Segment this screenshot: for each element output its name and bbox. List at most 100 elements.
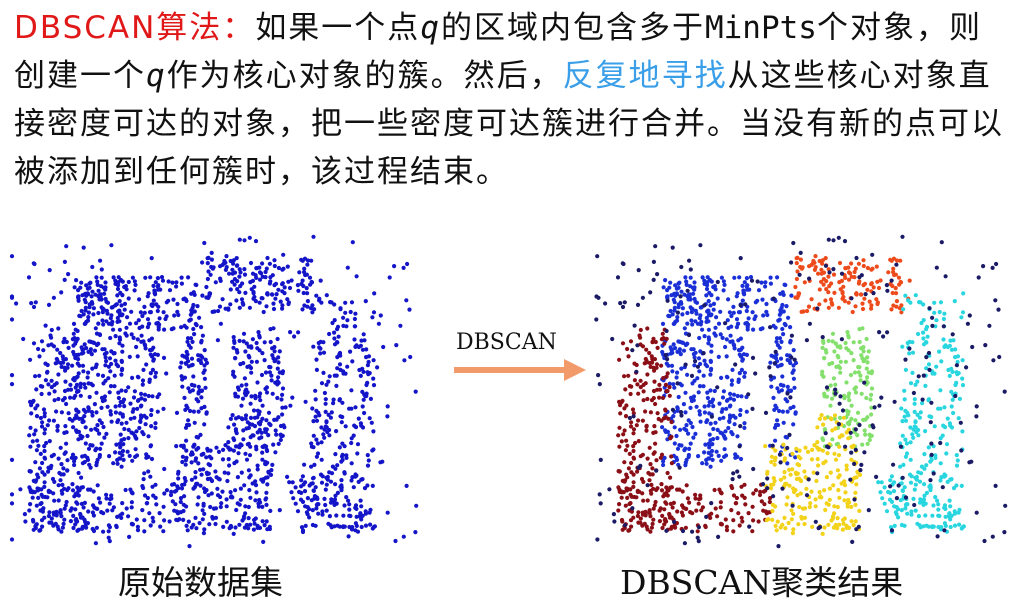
cluster-point (662, 518, 667, 523)
data-point (251, 527, 256, 532)
data-point (241, 516, 246, 521)
data-point (145, 501, 150, 506)
noise-point (788, 395, 793, 400)
cluster-point (943, 506, 948, 511)
data-point (307, 515, 312, 520)
cluster-point (683, 275, 688, 280)
data-point (263, 386, 268, 391)
cluster-point (844, 380, 849, 385)
cluster-point (737, 523, 742, 528)
data-point (152, 291, 157, 296)
noise-point (807, 276, 812, 281)
data-point (251, 433, 256, 438)
data-point (182, 476, 187, 481)
noise-point (709, 414, 714, 419)
cluster-point (704, 315, 709, 321)
data-point (235, 394, 241, 399)
data-point (118, 445, 123, 450)
cluster-point (938, 461, 943, 466)
cluster-point (663, 428, 668, 433)
data-point (115, 514, 120, 519)
data-point (87, 394, 92, 400)
data-point (62, 277, 67, 282)
noise-point (903, 357, 908, 362)
cluster-point (651, 388, 657, 394)
cluster-point (661, 416, 666, 421)
data-point (344, 453, 349, 458)
cluster-point (899, 522, 904, 528)
noise-point (928, 478, 933, 483)
data-point (138, 419, 143, 424)
cluster-point (926, 362, 932, 367)
cluster-point (691, 435, 696, 440)
cluster-point (619, 399, 624, 405)
cluster-point (876, 285, 882, 291)
data-point (98, 292, 103, 297)
cluster-point (910, 370, 915, 375)
data-point (157, 316, 162, 321)
data-point (385, 510, 390, 515)
cluster-point (730, 367, 735, 372)
cluster-point (829, 300, 834, 305)
cluster-point (832, 349, 837, 354)
data-point (365, 463, 371, 468)
cluster-point (744, 276, 749, 281)
cluster-point (734, 317, 740, 322)
data-point (97, 332, 103, 338)
cluster-point (798, 456, 803, 461)
data-point (314, 293, 319, 298)
cluster-point (903, 293, 908, 298)
cluster-point (948, 504, 953, 509)
cluster-point (635, 469, 640, 474)
data-point (274, 432, 279, 437)
cluster-point (842, 498, 847, 503)
data-point (223, 260, 228, 265)
noise-point (879, 395, 884, 400)
cluster-point (711, 301, 717, 306)
cluster-point (668, 501, 673, 506)
data-point (120, 414, 125, 419)
data-point (193, 515, 198, 520)
cluster-point (698, 313, 703, 318)
noise-point (940, 485, 945, 490)
data-point (142, 518, 147, 523)
data-point (263, 370, 269, 375)
data-point (200, 508, 205, 513)
data-point (80, 526, 85, 531)
cluster-point (890, 290, 895, 296)
cluster-point (675, 446, 681, 451)
data-point (345, 318, 350, 323)
data-point (199, 325, 204, 330)
cluster-point (844, 408, 849, 413)
data-point (276, 441, 281, 446)
data-point (90, 366, 95, 371)
cluster-point (833, 382, 838, 387)
noise-point (894, 496, 899, 501)
cluster-point (829, 396, 835, 401)
cluster-point (821, 340, 826, 345)
data-point (148, 352, 153, 357)
data-point (279, 397, 284, 402)
cluster-point (850, 309, 855, 315)
cluster-point (911, 496, 916, 501)
noise-point (737, 444, 742, 449)
cluster-point (939, 359, 944, 364)
data-point (276, 375, 281, 380)
data-point (200, 293, 205, 298)
noise-point (849, 450, 854, 455)
noise-point (777, 452, 783, 457)
data-point (310, 522, 315, 528)
noise-point (767, 365, 772, 370)
noise-point (852, 461, 857, 466)
noise-point (760, 482, 766, 487)
noise-point (704, 514, 709, 519)
data-point (218, 321, 223, 326)
cluster-point (711, 426, 716, 432)
cluster-point (716, 321, 722, 326)
data-point (81, 369, 86, 374)
data-point (49, 335, 54, 340)
cluster-point (736, 310, 742, 315)
cluster-point (740, 519, 745, 524)
cluster-point (783, 397, 788, 402)
data-point (250, 337, 255, 342)
